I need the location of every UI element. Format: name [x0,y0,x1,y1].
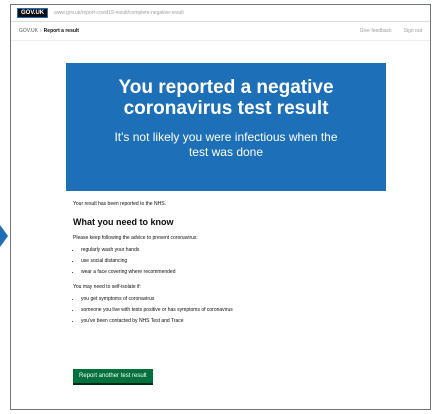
feedback-link[interactable]: Give feedback [360,28,392,34]
list-item: someone you live with tests positive or … [81,307,373,313]
left-pointer-arrow [0,225,8,247]
address-text: www.gov.uk/report-covid19-result/complet… [54,10,184,16]
report-another-button[interactable]: Report another test result [73,369,153,383]
sign-out-link[interactable]: Sign out [404,28,422,34]
isolate-list: you get symptoms of coronavirus someone … [73,296,373,324]
result-banner: You reported a negative coronavirus test… [66,63,386,191]
breadcrumb-current: Report a result [43,28,79,34]
list-item: you've been contacted by NHS Test and Tr… [81,318,373,324]
list-item: wear a face covering where recommended [81,269,373,275]
nav-links: Give feedback Sign out [360,28,422,34]
intro-text: Please keep following the advice to prev… [73,235,198,241]
browser-topbar: GOV.UK www.gov.uk/report-covid19-result/… [11,5,430,22]
breadcrumb: GOV.UK › Report a result [19,28,79,34]
status-line: Your result has been reported to the NHS… [73,201,166,207]
main-content: Your result has been reported to the NHS… [73,201,373,383]
banner-subtitle: It's not likely you were infectious when… [114,130,338,159]
breadcrumb-home[interactable]: GOV.UK [19,28,38,34]
list-item: use social distancing [81,258,373,264]
browser-window: GOV.UK www.gov.uk/report-covid19-result/… [10,4,431,410]
section-heading: What you need to know [73,217,174,227]
govuk-logo[interactable]: GOV.UK [17,8,49,18]
banner-title: You reported a negative coronavirus test… [118,77,334,119]
chevron-right-icon: › [40,28,42,34]
advice-list: regularly wash your hands use social dis… [73,247,373,275]
isolate-intro-text: You may need to self-isolate if: [73,284,141,290]
list-item: regularly wash your hands [81,247,373,253]
list-item: you get symptoms of coronavirus [81,296,373,302]
service-navbar: GOV.UK › Report a result Give feedback S… [11,22,430,41]
